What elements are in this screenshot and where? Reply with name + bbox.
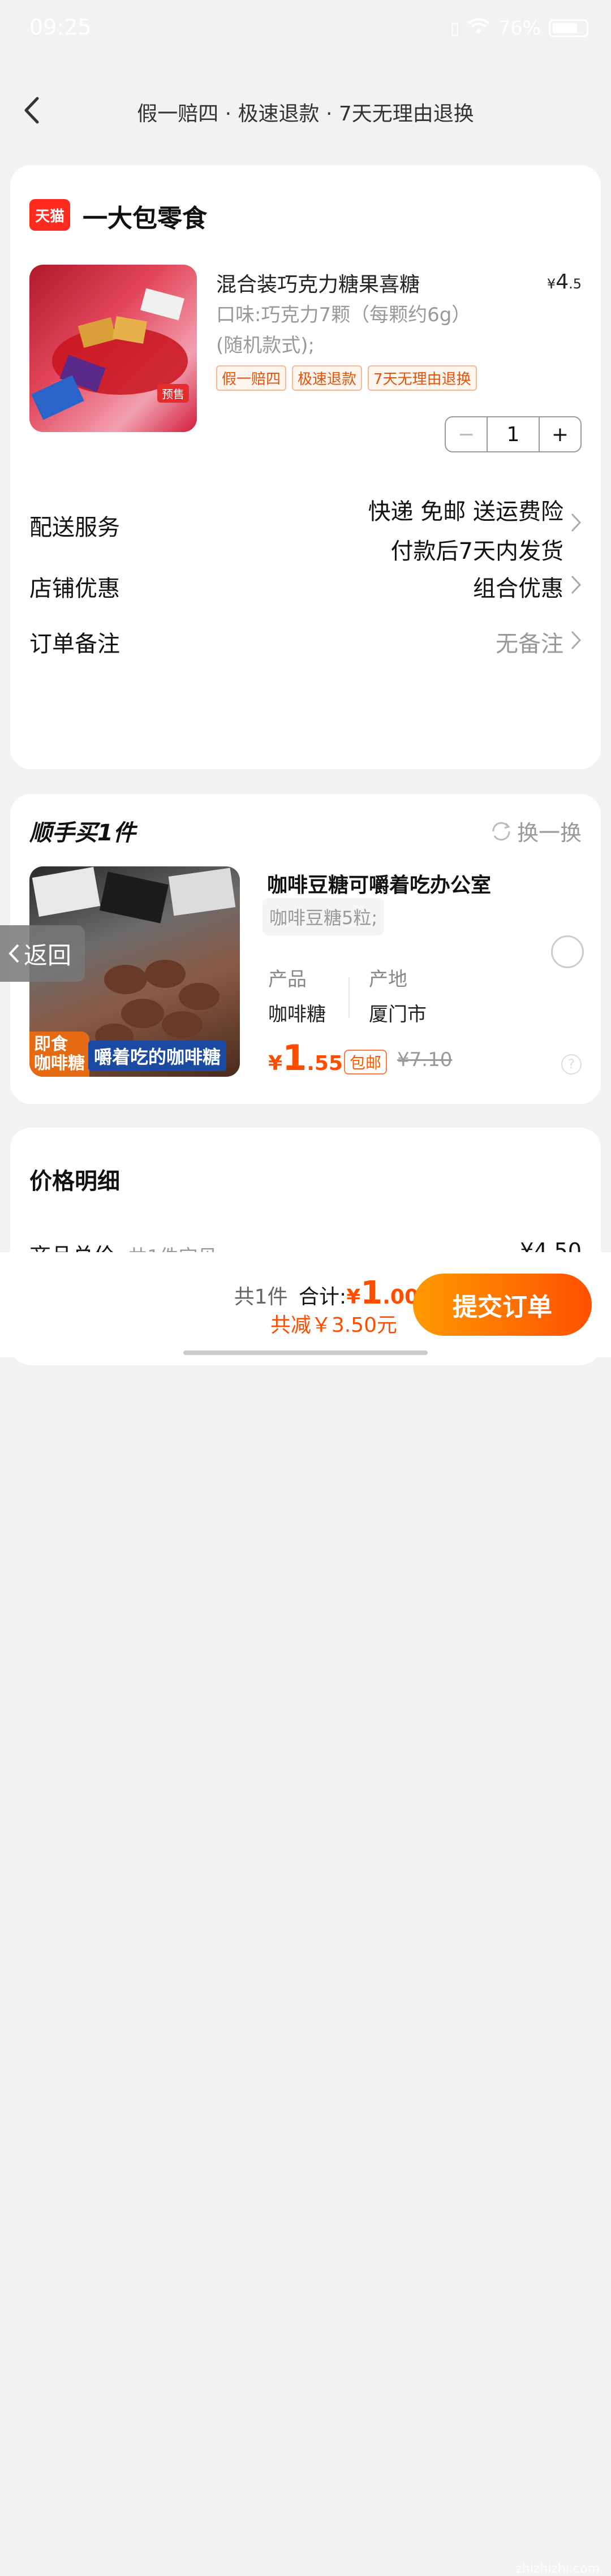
battery-icon <box>549 19 588 37</box>
item-count: 共1件 <box>234 1285 288 1309</box>
shop-discount-value[interactable]: 组合优惠 <box>473 570 563 603</box>
total-amount: ¥1.00 <box>346 1275 419 1311</box>
watermark: zhizhizhi.com <box>515 2562 600 2576</box>
sku-line-1: 口味:巧克力7颗（每颗约6g） <box>216 304 471 326</box>
product-image[interactable]: 预售 <box>29 265 197 432</box>
addon-title: 顺手买1件 <box>29 820 136 846</box>
delivery-label: 配送服务 <box>29 515 120 541</box>
sim-icon: ▯ <box>450 18 460 38</box>
product-sku[interactable]: 口味:巧克力7颗（每颗约6g） (随机款式); <box>216 300 510 361</box>
floating-back-button[interactable]: 返回 <box>0 925 85 982</box>
delivery-info[interactable]: 快递 免邮 送运费险 付款后7天内发货 <box>368 492 563 571</box>
free-shipping-badge: 包邮 <box>344 1050 388 1075</box>
order-note-label: 订单备注 <box>29 631 120 657</box>
home-indicator[interactable] <box>183 1350 428 1355</box>
currency-symbol: ¥ <box>268 1052 283 1075</box>
decrease-button[interactable]: − <box>446 417 488 451</box>
status-time: 09:25 <box>29 15 92 40</box>
total-label: 合计: <box>299 1285 347 1309</box>
swap-button[interactable]: 换一换 <box>490 815 582 847</box>
original-price: ¥7.10 <box>397 1048 453 1071</box>
addon-product-title[interactable]: 咖啡豆糖可嚼着吃办公室 <box>267 869 491 898</box>
attr-origin-key: 产地 <box>369 968 407 991</box>
shop-name[interactable]: 一大包零食 <box>83 198 207 234</box>
attr-divider <box>348 977 350 1018</box>
addon-price: ¥1.55 <box>268 1037 343 1078</box>
addon-sku[interactable]: 咖啡豆糖5粒; <box>263 898 385 935</box>
sku-line-2: (随机款式); <box>216 334 315 357</box>
help-icon[interactable]: ? <box>561 1054 582 1075</box>
status-bar: 09:25 ▯ 76% <box>0 0 611 57</box>
wifi-icon <box>467 17 490 40</box>
price-integer: 1 <box>282 1037 307 1078</box>
floating-back-label: 返回 <box>24 941 72 969</box>
total-saved: 共减￥3.50元 <box>270 1314 397 1337</box>
order-total: 共1件 合计:¥1.00 <box>234 1275 419 1311</box>
order-note-value[interactable]: 无备注 <box>496 625 563 658</box>
attr-product-value: 咖啡糖 <box>268 1003 326 1026</box>
addon-select-radio[interactable] <box>551 935 584 968</box>
shop-discount-label: 店铺优惠 <box>29 576 120 602</box>
increase-button[interactable]: + <box>539 417 580 451</box>
chevron-right-icon[interactable] <box>570 512 582 533</box>
tag-fast-refund: 极速退款 <box>292 365 363 391</box>
tag-7day-return: 7天无理由退换 <box>368 365 477 391</box>
attr-product-key: 产品 <box>268 968 307 991</box>
quantity-stepper: − 1 + <box>445 416 582 452</box>
price-decimal: .5 <box>569 276 582 292</box>
swap-label: 换一换 <box>517 821 582 845</box>
price-detail-title: 价格明细 <box>29 1168 120 1194</box>
chevron-right-icon[interactable] <box>570 630 582 650</box>
service-tags: 假一赔四 极速退款 7天无理由退换 <box>216 365 477 391</box>
product-price: ¥4.5 <box>547 270 582 294</box>
tag-fake-compensation: 假一赔四 <box>216 365 287 391</box>
presale-tag: 预售 <box>157 384 189 403</box>
quantity-value[interactable]: 1 <box>488 417 539 451</box>
refresh-icon <box>492 822 510 840</box>
delivery-line-1: 快递 免邮 送运费险 <box>368 499 563 525</box>
chevron-right-icon[interactable] <box>570 575 582 595</box>
currency-symbol: ¥ <box>547 276 556 292</box>
tmall-logo: 天猫 <box>29 199 70 231</box>
instant-coffee-label: 即食 咖啡糖 <box>29 1032 89 1077</box>
product-title[interactable]: 混合装巧克力糖果喜糖 <box>216 268 420 297</box>
chevron-left-icon <box>8 944 19 963</box>
guarantee-banner: 假一赔四 · 极速退款 · 7天无理由退换 <box>137 102 474 126</box>
battery-percent: 76% <box>498 17 541 40</box>
attr-origin-value: 厦门市 <box>369 1003 427 1026</box>
order-card: 天猫 一大包零食 预售 混合装巧克力糖果喜糖 ¥4.5 口味:巧克力7颗（每颗约… <box>10 165 601 769</box>
addon-card: 顺手买1件 换一换 即食 咖啡糖 嚼着吃的咖啡糖 咖啡豆糖可嚼着吃办公室 咖啡豆… <box>10 794 601 1104</box>
price-decimal: .55 <box>307 1052 343 1075</box>
chewable-coffee-label: 嚼着吃的咖啡糖 <box>88 1041 227 1071</box>
status-icons: ▯ 76% <box>450 17 588 40</box>
submit-order-button[interactable]: 提交订单 <box>413 1274 592 1336</box>
delivery-line-2: 付款后7天内发货 <box>390 538 563 564</box>
price-integer: 4 <box>556 270 569 294</box>
bottom-checkout-bar: 共1件 合计:¥1.00 共减￥3.50元 提交订单 zhizhizhi.com <box>0 1252 611 2576</box>
